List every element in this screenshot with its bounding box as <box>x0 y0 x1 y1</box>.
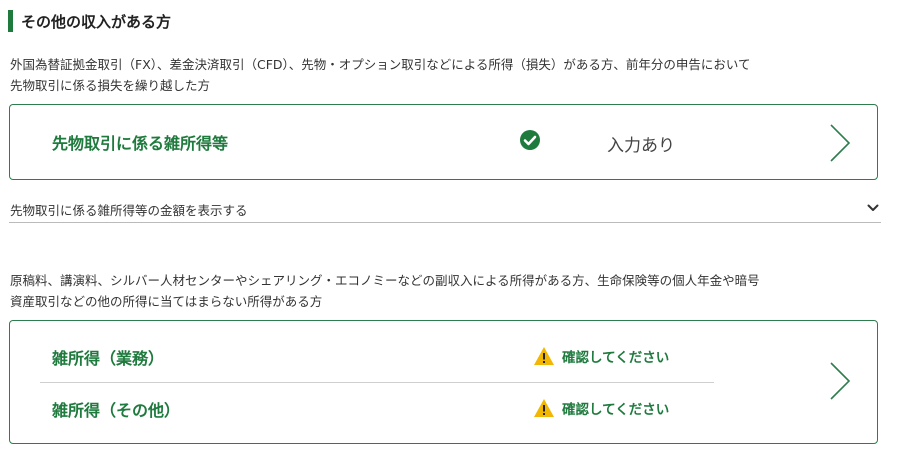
misc-description-line-1: 原稿料、講演料、シルバー人材センターやシェアリング・エコノミーなどの副収入による… <box>10 273 760 288</box>
misc-income-other-status: 確認してください <box>562 402 670 418</box>
section-heading: その他の収入がある方 <box>8 10 171 32</box>
misc-income-business-status: 確認してください <box>562 350 670 366</box>
futures-description-line-2: 先物取引に係る損失を繰り越した方 <box>10 78 211 93</box>
futures-income-label: 先物取引に係る雑所得等 <box>52 134 229 153</box>
chevron-right-icon[interactable] <box>828 123 852 163</box>
check-circle-icon <box>520 130 540 150</box>
chevron-down-icon <box>867 204 879 211</box>
futures-amount-toggle[interactable]: 先物取引に係る雑所得等の金額を表示する <box>9 196 881 223</box>
misc-description-line-2: 資産取引などの他の所得に当てはまらない所得がある方 <box>10 294 323 309</box>
section-title: その他の収入がある方 <box>21 12 172 31</box>
warning-icon <box>534 347 554 365</box>
warning-icon <box>534 399 554 417</box>
heading-accent-bar <box>8 10 13 32</box>
misc-income-business-label: 雑所得（業務） <box>52 349 165 368</box>
misc-income-row-other[interactable]: 雑所得（その他） 確認してください <box>10 383 770 433</box>
misc-income-row-business[interactable]: 雑所得（業務） 確認してください <box>10 331 770 381</box>
futures-amount-toggle-label: 先物取引に係る雑所得等の金額を表示する <box>10 203 248 218</box>
chevron-right-icon[interactable] <box>828 361 852 401</box>
futures-income-card[interactable]: 先物取引に係る雑所得等 入力あり <box>9 104 878 180</box>
futures-income-status: 入力あり <box>607 136 675 156</box>
misc-income-card[interactable]: 雑所得（業務） 確認してください 雑所得（その他） 確認してください <box>9 320 878 444</box>
futures-description-line-1: 外国為替証拠金取引（FX）、差金決済取引（CFD）、先物・オプション取引などによ… <box>10 57 751 72</box>
futures-description: 外国為替証拠金取引（FX）、差金決済取引（CFD）、先物・オプション取引などによ… <box>10 54 890 96</box>
misc-income-other-label: 雑所得（その他） <box>52 401 181 420</box>
misc-description: 原稿料、講演料、シルバー人材センターやシェアリング・エコノミーなどの副収入による… <box>10 270 890 312</box>
